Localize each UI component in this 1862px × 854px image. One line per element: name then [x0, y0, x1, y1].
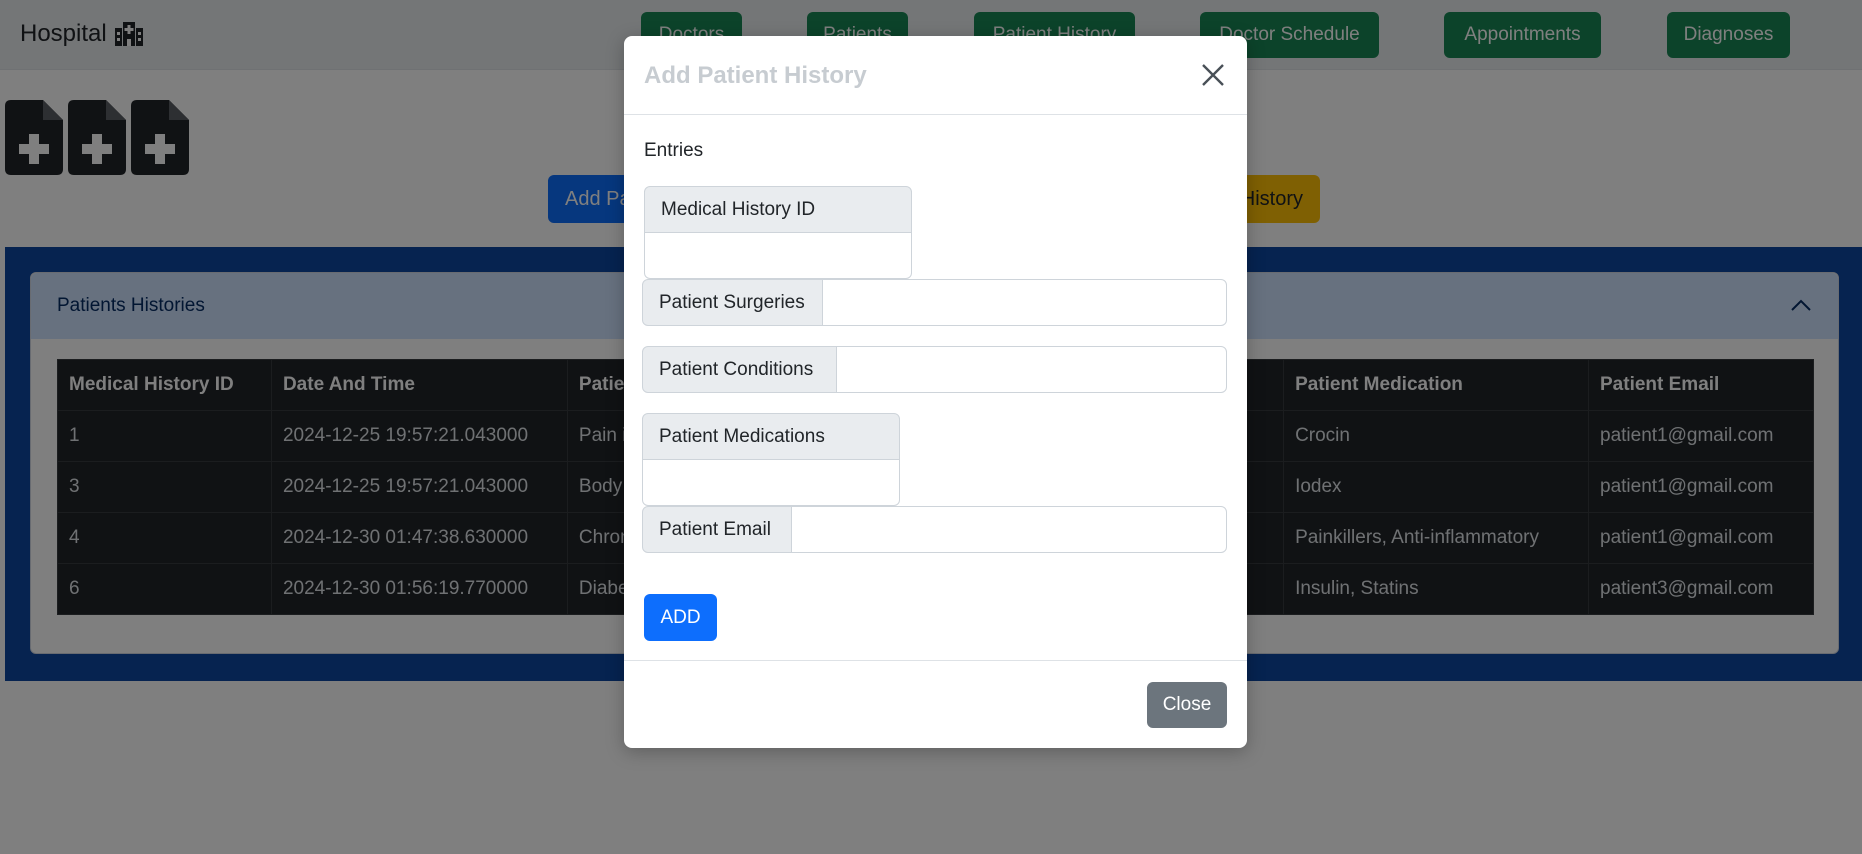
medical-history-id-label: Medical History ID: [644, 186, 912, 233]
patient-medications-label: Patient Medications: [642, 413, 900, 460]
patient-surgeries-label: Patient Surgeries: [642, 279, 823, 326]
close-icon[interactable]: [1200, 62, 1226, 88]
add-patient-history-modal: Add Patient History Entries Medical Hist…: [624, 36, 1247, 748]
close-button[interactable]: Close: [1147, 682, 1227, 728]
patient-conditions-label: Patient Conditions: [642, 346, 837, 393]
patient-conditions-input[interactable]: [836, 346, 1227, 393]
patient-surgeries-input[interactable]: [822, 279, 1227, 326]
add-button[interactable]: ADD: [644, 594, 717, 641]
medical-history-id-input[interactable]: [644, 232, 912, 279]
modal-header: Add Patient History: [624, 36, 1247, 115]
modal-title: Add Patient History: [644, 62, 867, 89]
modal-footer: Close: [624, 660, 1247, 748]
patient-email-input[interactable]: [791, 506, 1227, 553]
patient-medications-input[interactable]: [642, 459, 900, 506]
entries-label: Entries: [644, 140, 704, 161]
patient-email-label: Patient Email: [642, 506, 792, 553]
